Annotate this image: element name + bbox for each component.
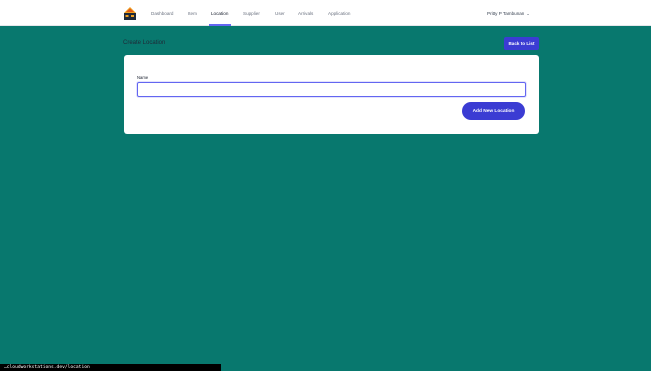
user-name: Pritty P Tambunan	[487, 11, 525, 16]
name-input[interactable]	[137, 82, 526, 97]
chevron-down-icon: ⌄	[526, 11, 530, 16]
create-location-card: Name Add New Location	[124, 55, 539, 134]
nav-arrivals[interactable]: Arrivals	[298, 0, 313, 26]
name-label: Name	[137, 75, 149, 80]
nav-application[interactable]: Application	[328, 0, 350, 26]
status-bar-url: …cloudworkstations.dev/location	[0, 364, 221, 371]
page-title: Create Location	[123, 40, 166, 46]
nav-supplier[interactable]: Supplier	[243, 0, 260, 26]
active-nav-indicator	[209, 24, 231, 26]
user-menu[interactable]: Pritty P Tambunan ⌄	[487, 0, 530, 26]
top-navbar: Dashboard Item Location Supplier User Ar…	[0, 0, 651, 26]
nav-user[interactable]: User	[275, 0, 285, 26]
add-new-location-button[interactable]: Add New Location	[462, 102, 525, 120]
nav-item[interactable]: Item	[188, 0, 197, 26]
nav-dashboard[interactable]: Dashboard	[151, 0, 173, 26]
nav-location[interactable]: Location	[211, 0, 228, 26]
back-to-list-button[interactable]: Back to List	[504, 37, 539, 50]
warehouse-logo-icon[interactable]	[123, 6, 137, 20]
